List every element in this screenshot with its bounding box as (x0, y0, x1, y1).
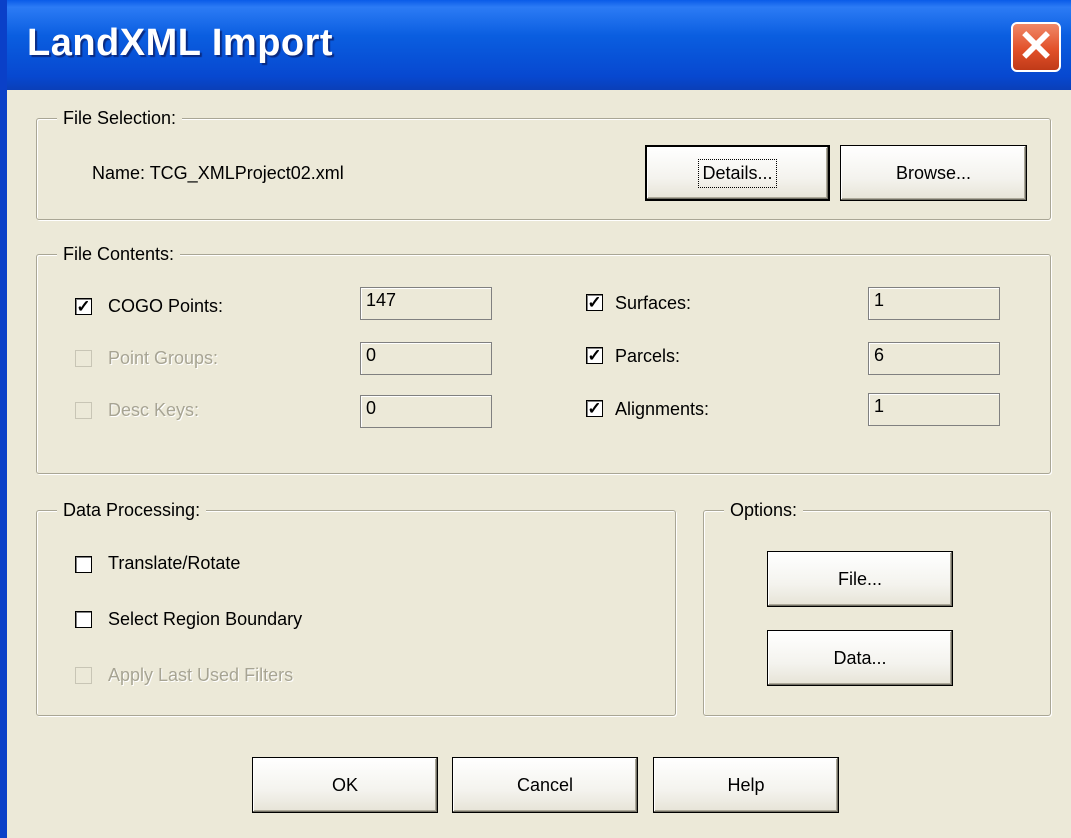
translate-rotate-checkbox[interactable] (75, 556, 92, 573)
desc-keys-label: Desc Keys: (108, 400, 200, 420)
point-groups-count: 0 (360, 342, 492, 375)
help-button-label: Help (727, 774, 765, 795)
point-groups-label: Point Groups: (108, 348, 219, 368)
apply-last-used-filters-label: Apply Last Used Filters (108, 665, 294, 685)
options-data-button-label: Data... (833, 647, 887, 668)
file-selection-legend: File Selection: (57, 107, 183, 129)
translate-rotate-label: Translate/Rotate (108, 553, 241, 573)
details-button[interactable]: Details... (645, 145, 830, 201)
parcels-count: 6 (868, 342, 1000, 375)
options-data-button[interactable]: Data... (767, 630, 953, 686)
alignments-checkbox[interactable]: ✓ (586, 400, 603, 417)
close-icon: ✕ (1017, 22, 1055, 71)
surfaces-checkbox[interactable]: ✓ (586, 294, 603, 311)
help-button[interactable]: Help (653, 757, 839, 813)
options-file-button[interactable]: File... (767, 551, 953, 607)
select-region-boundary-label: Select Region Boundary (108, 609, 303, 629)
file-name-label: Name: TCG_XMLProject02.xml (92, 163, 344, 183)
surfaces-count: 1 (868, 287, 1000, 320)
dialog-title: LandXML Import (27, 22, 334, 64)
data-processing-legend: Data Processing: (57, 499, 207, 521)
desc-keys-count: 0 (360, 395, 492, 428)
title-bar[interactable]: LandXML Import (7, 0, 1071, 90)
cancel-button-label: Cancel (516, 774, 574, 795)
check-icon: ✓ (587, 293, 602, 312)
parcels-label: Parcels: (615, 346, 681, 366)
check-icon: ✓ (76, 297, 91, 316)
check-icon: ✓ (587, 346, 602, 365)
ok-button[interactable]: OK (252, 757, 438, 813)
check-icon: ✓ (587, 399, 602, 418)
browse-button-label: Browse... (895, 162, 972, 183)
options-file-button-label: File... (837, 568, 882, 589)
close-button[interactable]: ✕ (1011, 22, 1061, 72)
alignments-label: Alignments: (615, 399, 710, 419)
cancel-button[interactable]: Cancel (452, 757, 638, 813)
file-contents-legend: File Contents: (57, 243, 181, 265)
point-groups-checkbox (75, 350, 92, 367)
options-legend: Options: (724, 499, 804, 521)
select-region-boundary-checkbox[interactable] (75, 611, 92, 628)
browse-button[interactable]: Browse... (840, 145, 1027, 201)
desc-keys-checkbox (75, 402, 92, 419)
cogo-points-checkbox[interactable]: ✓ (75, 298, 92, 315)
details-button-label: Details... (698, 158, 777, 188)
ok-button-label: OK (331, 774, 358, 795)
alignments-count: 1 (868, 393, 1000, 426)
parcels-checkbox[interactable]: ✓ (586, 347, 603, 364)
surfaces-label: Surfaces: (615, 293, 692, 313)
cogo-points-count: 147 (360, 287, 492, 320)
cogo-points-label: COGO Points: (108, 296, 224, 316)
apply-last-used-filters-checkbox (75, 667, 92, 684)
